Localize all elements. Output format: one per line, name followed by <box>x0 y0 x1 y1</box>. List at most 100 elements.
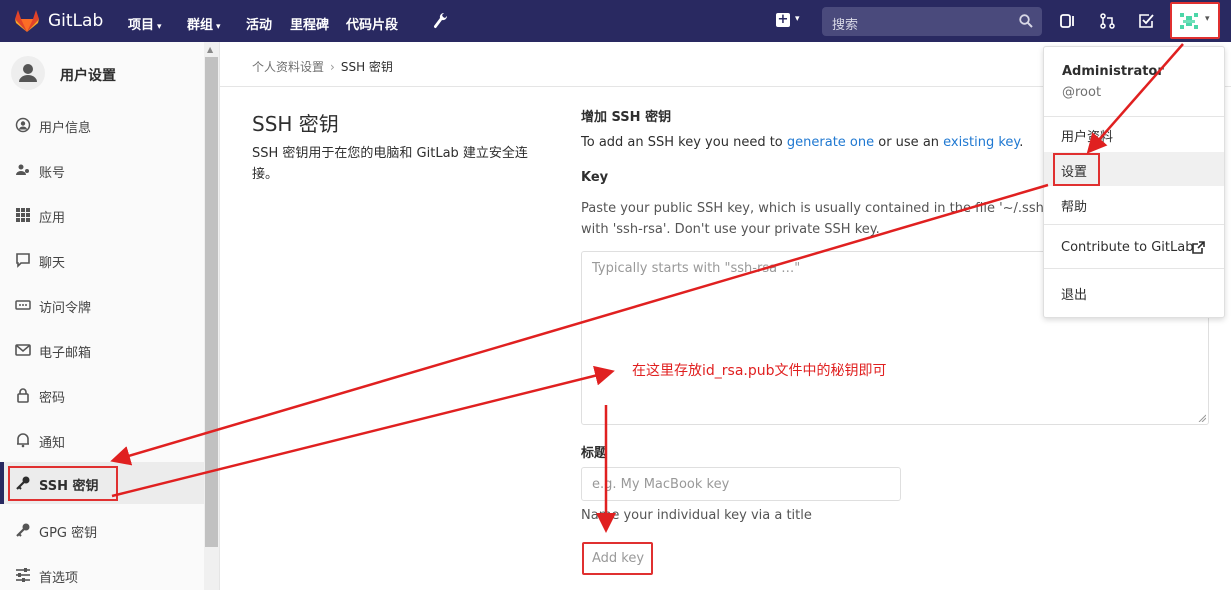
annotation-highlight-box <box>1053 153 1100 186</box>
grid-icon <box>16 208 30 222</box>
key-label: Key <box>581 170 609 185</box>
title-help-text: Name your individual key via a title <box>581 508 812 523</box>
search-field[interactable]: 搜索 <box>822 7 1042 36</box>
dropdown-item-sign-out[interactable]: 退出 <box>1044 275 1224 309</box>
sidebar-item-access-tokens[interactable]: 访问令牌 <box>0 284 204 326</box>
gitlab-logo-icon[interactable] <box>14 9 40 33</box>
dropdown-item-label: 帮助 <box>1061 200 1088 215</box>
external-link-icon <box>1192 241 1205 254</box>
sidebar-item-label: 聊天 <box>39 256 66 271</box>
key-placeholder: Typically starts with "ssh-rsa …" <box>592 261 801 276</box>
sidebar-scrollbar-thumb[interactable] <box>205 57 218 547</box>
title-input[interactable]: e.g. My MacBook key <box>581 467 901 501</box>
add-key-label: Add key <box>592 551 645 566</box>
resize-handle-icon[interactable] <box>1198 414 1206 422</box>
dropdown-item-label: 用户资料 <box>1061 130 1114 145</box>
page-title: SSH 密钥 <box>252 112 339 136</box>
dropdown-item-label: Contribute to GitLab <box>1061 240 1194 255</box>
page-description: SSH 密钥用于在您的电脑和 GitLab 建立安全连接。 <box>252 146 528 182</box>
nav-groups[interactable]: 群组 ▾ <box>187 14 221 33</box>
intro-mid: or use an <box>874 135 944 150</box>
sidebar-item-label: 账号 <box>39 166 66 181</box>
nav-projects[interactable]: 项目 ▾ <box>128 14 162 33</box>
scroll-up-icon[interactable]: ▲ <box>207 45 213 54</box>
user-dropdown-menu: Administrator @root 用户资料 设置 帮助 Contribut… <box>1043 46 1225 318</box>
chat-icon <box>16 253 30 268</box>
sidebar-item-label: 首选项 <box>39 571 79 586</box>
dropdown-item-help[interactable]: 帮助 <box>1044 187 1224 221</box>
sliders-icon <box>16 568 30 582</box>
dropdown-item-label: 退出 <box>1061 288 1088 303</box>
key-icon <box>16 523 30 537</box>
wrench-icon[interactable] <box>432 12 448 30</box>
users-icon <box>16 164 29 175</box>
nav-milestones[interactable]: 里程碑 <box>290 14 329 33</box>
breadcrumb-parent[interactable]: 个人资料设置 <box>252 60 324 74</box>
sidebar-item-applications[interactable]: 应用 <box>0 194 204 236</box>
chevron-down-icon: ▾ <box>157 22 162 32</box>
sidebar-item-chat[interactable]: 聊天 <box>0 239 204 281</box>
chevron-down-icon[interactable]: ▾ <box>795 14 800 24</box>
dropdown-item-profile[interactable]: 用户资料 <box>1044 117 1224 151</box>
dropdown-username: @root <box>1062 85 1102 100</box>
annotation-note: 在这里存放id_rsa.pub文件中的秘钥即可 <box>632 363 887 379</box>
sidebar-item-profile[interactable]: 用户信息 <box>0 104 204 146</box>
sidebar-item-label: 电子邮箱 <box>39 346 92 361</box>
user-menu-button[interactable]: ▾ <box>1170 2 1220 39</box>
sidebar-item-password[interactable]: 密码 <box>0 374 204 416</box>
sidebar-item-label: GPG 密钥 <box>39 526 98 541</box>
sidebar-item-preferences[interactable]: 首选项 <box>0 554 204 590</box>
dropdown-item-settings[interactable]: 设置 <box>1044 152 1224 186</box>
issues-icon[interactable] <box>1059 13 1077 29</box>
sidebar-item-account[interactable]: 账号 <box>0 149 204 191</box>
app-root: GitLab 项目 ▾ 群组 ▾ 活动 里程碑 代码片段 + ▾ 搜索 ▾ 用户… <box>0 0 1231 590</box>
token-icon <box>15 300 31 310</box>
breadcrumb-current[interactable]: SSH 密钥 <box>341 60 393 74</box>
sidebar-item-ssh-keys[interactable]: SSH 密钥 <box>0 462 204 504</box>
existing-key-link[interactable]: existing key <box>943 135 1019 150</box>
bell-icon <box>17 433 29 448</box>
sidebar-item-label: 密码 <box>39 391 66 406</box>
ssh-intro-text: To add an SSH key you need to generate o… <box>581 135 1023 150</box>
title-label: 标题 <box>581 446 608 461</box>
add-key-button[interactable]: Add key <box>582 542 653 575</box>
user-icon <box>19 64 37 82</box>
sidebar-item-notifications[interactable]: 通知 <box>0 419 204 461</box>
intro-suffix: . <box>1019 135 1024 150</box>
breadcrumb-separator: › <box>330 60 335 74</box>
user-circle-icon <box>15 117 31 133</box>
dropdown-user-name: Administrator <box>1062 64 1164 79</box>
settings-sidebar: 用户设置 用户信息 账号 应用 聊天 访问令牌 电子邮箱 密码 通知 SSH 密… <box>0 42 220 590</box>
dropdown-divider <box>1044 268 1224 269</box>
sidebar-item-label: 用户信息 <box>39 121 92 136</box>
sidebar-item-label: 通知 <box>39 436 66 451</box>
nav-projects-label: 项目 <box>128 18 155 33</box>
generate-one-link[interactable]: generate one <box>787 135 874 150</box>
dropdown-divider <box>1044 224 1224 225</box>
sidebar-header[interactable]: 用户设置 <box>0 42 204 102</box>
nav-activity[interactable]: 活动 <box>246 14 272 33</box>
new-item-button[interactable]: + <box>776 13 790 27</box>
search-icon <box>1019 14 1033 28</box>
nav-groups-label: 群组 <box>187 18 214 33</box>
top-navbar: GitLab 项目 ▾ 群组 ▾ 活动 里程碑 代码片段 + ▾ 搜索 ▾ <box>0 0 1231 42</box>
lock-icon <box>17 388 29 403</box>
intro-prefix: To add an SSH key you need to <box>581 135 787 150</box>
sidebar-item-emails[interactable]: 电子邮箱 <box>0 329 204 371</box>
sidebar-avatar <box>11 56 45 90</box>
nav-snippets[interactable]: 代码片段 <box>346 14 398 33</box>
user-avatar-icon <box>1178 11 1200 31</box>
sidebar-title: 用户设置 <box>60 68 116 84</box>
title-placeholder: e.g. My MacBook key <box>592 477 730 492</box>
merge-requests-icon[interactable] <box>1099 13 1117 29</box>
brand-name[interactable]: GitLab <box>48 11 103 31</box>
sidebar-item-gpg-keys[interactable]: GPG 密钥 <box>0 509 204 551</box>
todos-icon[interactable] <box>1138 13 1156 29</box>
dropdown-item-contribute[interactable]: Contribute to GitLab <box>1044 231 1224 265</box>
active-indicator <box>0 462 4 504</box>
breadcrumb: 个人资料设置 › SSH 密钥 <box>252 58 393 75</box>
chevron-down-icon: ▾ <box>1205 14 1210 24</box>
envelope-icon <box>15 344 31 356</box>
sidebar-item-label: 访问令牌 <box>39 301 92 316</box>
chevron-down-icon: ▾ <box>216 22 221 32</box>
